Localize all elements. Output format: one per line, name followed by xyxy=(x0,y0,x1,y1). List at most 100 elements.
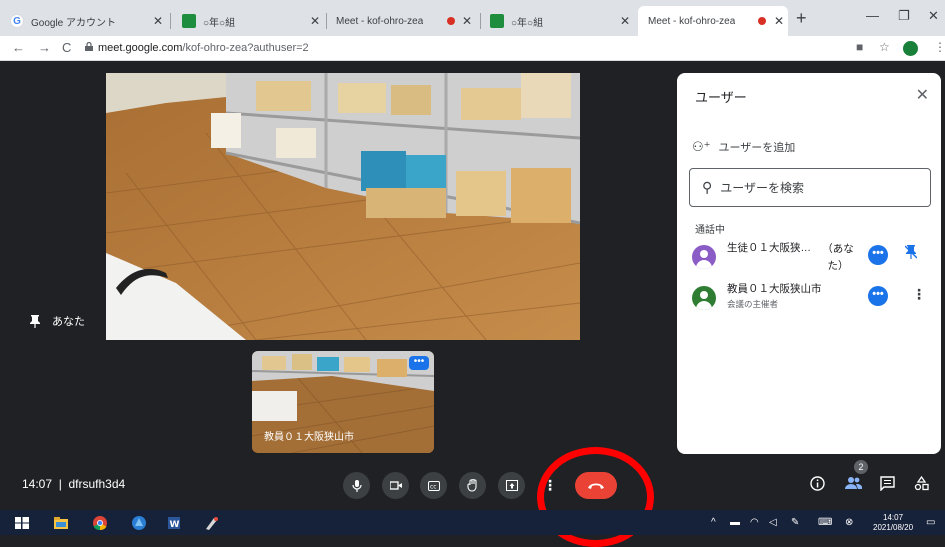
tab-title: Google アカウント xyxy=(31,17,117,29)
file-explorer-icon[interactable] xyxy=(53,515,69,531)
google-icon: G xyxy=(10,14,24,28)
svg-text:W: W xyxy=(170,520,180,530)
word-icon[interactable]: W xyxy=(166,515,182,531)
chat-button[interactable] xyxy=(880,476,895,495)
people-search[interactable]: ⚲ xyxy=(689,168,931,207)
microphone-button[interactable] xyxy=(343,472,370,499)
closed-captions-icon: cc xyxy=(427,480,440,491)
activities-button[interactable] xyxy=(914,475,929,495)
windows-taskbar: W ^ ▬ ◠ ◁ ✎ ⌨ ⊗ 14:07 2021/08/20 ▭ xyxy=(0,510,945,535)
unpin-icon xyxy=(904,245,918,259)
panel-close-icon[interactable]: ✕ xyxy=(916,85,929,105)
add-user-button[interactable]: ⚇⁺ ユーザーを追加 xyxy=(692,139,795,155)
self-name-label: あなた xyxy=(30,313,85,329)
avatar xyxy=(692,245,716,269)
participant-kebab-menu-icon[interactable]: ⋮ xyxy=(912,286,926,303)
you-label: （あな た） xyxy=(820,241,856,275)
participant-more-button[interactable]: ••• xyxy=(868,286,888,306)
meeting-code: dfrsufh3d4 xyxy=(68,477,126,491)
windows-start-icon[interactable] xyxy=(14,515,30,531)
forward-arrow-icon[interactable]: → xyxy=(38,40,51,55)
tab-close-icon[interactable]: ✕ xyxy=(153,14,163,28)
people-button[interactable] xyxy=(844,476,863,494)
taskbar-clock[interactable]: 14:07 2021/08/20 xyxy=(873,513,913,533)
tray-pen-icon[interactable]: ✎ xyxy=(791,517,799,528)
window-close-icon[interactable]: ✕ xyxy=(928,8,939,24)
url-path: /kof-ohro-zea?authuser=2 xyxy=(182,42,309,54)
tab-close-icon[interactable]: ✕ xyxy=(462,14,472,28)
meeting-info-icon[interactable] xyxy=(810,476,825,495)
tile-more-options-button[interactable]: ••• xyxy=(409,356,429,370)
tab-title: Meet - kof-ohro-zea xyxy=(336,15,424,27)
you-label-line2: た） xyxy=(827,260,849,272)
avatar xyxy=(692,286,716,310)
captions-button[interactable]: cc xyxy=(420,472,447,499)
tab-close-icon[interactable]: ✕ xyxy=(310,14,320,28)
minimize-icon[interactable]: — xyxy=(866,8,879,23)
meeting-time: 14:07 xyxy=(22,477,53,491)
people-icon xyxy=(845,477,863,489)
tile-participant-name: 教員０１大阪狭山市 xyxy=(264,432,354,443)
in-call-section-label: 通話中 xyxy=(695,225,725,236)
tab-meet-active[interactable]: Meet - kof-ohro-zea ✕ xyxy=(638,6,788,81)
tab-google-account[interactable]: G Google アカウント ✕ xyxy=(0,6,163,36)
recording-dot-icon xyxy=(758,17,766,25)
tab-meet-1[interactable]: Meet - kof-ohro-zea ✕ xyxy=(326,6,472,81)
meeting-control-bar: 14:07 | dfrsufh3d4 cc ⋮ 2 xyxy=(0,447,945,547)
search-input[interactable] xyxy=(720,180,911,195)
info-icon xyxy=(810,476,825,491)
participant-name: 生徒０１大阪狭… xyxy=(727,242,811,254)
participant-more-button[interactable]: ••• xyxy=(868,245,888,265)
search-icon: ⚲ xyxy=(702,179,713,195)
participant-count-badge: 2 xyxy=(854,460,868,474)
meeting-separator: | xyxy=(58,477,62,491)
tab-close-icon[interactable]: ✕ xyxy=(620,14,630,28)
add-user-label: ユーザーを追加 xyxy=(718,142,796,154)
tray-chevron-icon[interactable]: ^ xyxy=(711,517,716,528)
tab-title: ○年○組 xyxy=(203,17,236,29)
tab-classroom-1[interactable]: ○年○組 ✕ xyxy=(172,6,327,36)
tab-separator xyxy=(170,13,171,29)
back-arrow-icon[interactable]: ← xyxy=(12,40,25,55)
participant-tile[interactable]: ••• 教員０１大阪狭山市 xyxy=(252,351,434,453)
paint-icon[interactable] xyxy=(204,515,220,531)
microphone-icon xyxy=(351,479,362,492)
bookmark-star-icon[interactable]: ☆ xyxy=(879,40,890,54)
tab-classroom-2[interactable]: ○年○組 ✕ xyxy=(480,6,635,36)
self-label-text: あなた xyxy=(52,316,85,328)
browser-menu-icon[interactable]: ⋮ xyxy=(934,40,945,54)
url-field[interactable]: meet.google.com/kof-ohro-zea?authuser=2 xyxy=(98,42,309,54)
tray-volume-icon[interactable]: ◁ xyxy=(769,517,777,528)
camera-button[interactable] xyxy=(382,472,409,499)
tray-battery-icon[interactable]: ▬ xyxy=(730,517,740,528)
app-icon[interactable] xyxy=(131,515,147,531)
classroom-icon xyxy=(490,14,504,28)
restore-icon[interactable]: ❐ xyxy=(898,8,910,24)
raise-hand-button[interactable] xyxy=(459,472,486,499)
present-screen-button[interactable] xyxy=(498,472,525,499)
people-panel: ユーザー ✕ ⚇⁺ ユーザーを追加 ⚲ 通話中 生徒０１大阪狭… （あなた） •… xyxy=(677,73,941,454)
meeting-details: 14:07 | dfrsufh3d4 xyxy=(22,477,125,491)
clock-time: 14:07 xyxy=(883,513,904,522)
tray-wifi-icon[interactable]: ◠ xyxy=(750,517,759,528)
reload-icon[interactable]: C xyxy=(62,40,71,55)
tray-keyboard-icon[interactable]: ⌨ xyxy=(818,517,832,528)
chrome-icon[interactable] xyxy=(92,515,108,531)
tray-notification-off-icon[interactable]: ⊗ xyxy=(845,517,853,528)
meet-stage: あなた ••• 教員０１大阪狭山市 ユーザー ✕ ⚇⁺ ユーザーを追加 ⚲ ユー… xyxy=(0,61,945,547)
svg-text:cc: cc xyxy=(430,483,437,490)
url-host: meet.google.com xyxy=(98,42,183,54)
profile-avatar[interactable] xyxy=(903,41,918,56)
camera-indicator-icon[interactable]: ■ xyxy=(856,40,863,54)
participant-row: 教員０１大阪狭山市 会議の主催者 ••• ⋮ xyxy=(692,282,937,322)
new-tab-button[interactable]: + xyxy=(796,8,807,29)
chat-icon xyxy=(880,476,895,492)
action-center-icon[interactable]: ▭ xyxy=(926,517,935,528)
clock-date: 2021/08/20 xyxy=(873,523,914,532)
tab-close-icon[interactable]: ✕ xyxy=(774,14,784,28)
lock-icon xyxy=(85,42,93,51)
video-frame xyxy=(106,73,580,340)
pin-off-icon[interactable] xyxy=(904,245,918,262)
classroom-icon xyxy=(182,14,196,28)
participant-name: 教員０１大阪狭山市 xyxy=(727,283,822,295)
